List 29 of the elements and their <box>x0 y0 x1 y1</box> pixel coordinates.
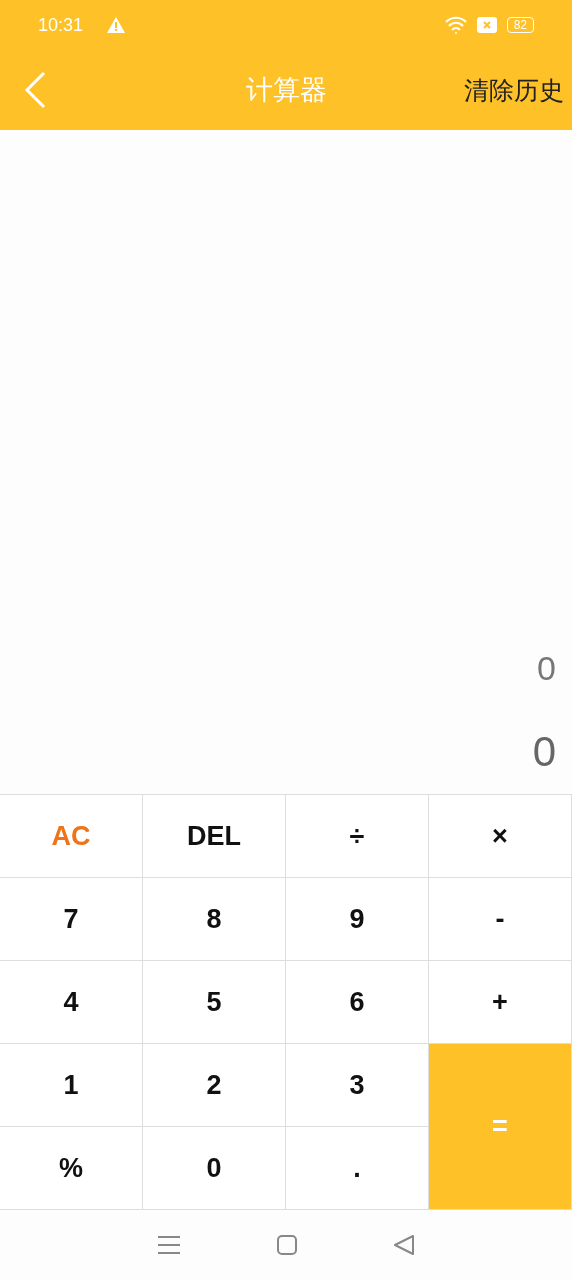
calculator-key[interactable]: + <box>429 961 572 1044</box>
calculator-key[interactable]: 0 <box>143 1127 286 1210</box>
calculator-key[interactable]: 3 <box>286 1044 429 1127</box>
sim-icon <box>476 17 497 33</box>
calculator-key[interactable]: ÷ <box>286 795 429 878</box>
back-nav-icon[interactable] <box>393 1235 414 1255</box>
result-display: 0 <box>532 728 556 776</box>
calculator-key[interactable]: 5 <box>143 961 286 1044</box>
home-icon[interactable] <box>277 1235 297 1255</box>
warning-icon <box>107 17 126 33</box>
calculator-key[interactable]: 9 <box>286 878 429 961</box>
calculator-key[interactable]: 6 <box>286 961 429 1044</box>
calculator-key[interactable]: 4 <box>0 961 143 1044</box>
battery-level: 82 <box>506 17 534 33</box>
calculator-key[interactable]: 7 <box>0 878 143 961</box>
calculator-key[interactable]: 1 <box>0 1044 143 1127</box>
calculator-key[interactable]: - <box>429 878 572 961</box>
calculator-key[interactable]: % <box>0 1127 143 1210</box>
expression-display: 0 <box>537 649 556 688</box>
calculator-key[interactable]: 8 <box>143 878 286 961</box>
calculator-key[interactable]: DEL <box>143 795 286 878</box>
status-time: 10:31 <box>38 14 84 36</box>
calculator-key[interactable]: 2 <box>143 1044 286 1127</box>
clear-history-button[interactable]: 清除历史 <box>464 73 572 107</box>
calculator-key[interactable]: . <box>286 1127 429 1210</box>
menu-icon[interactable] <box>158 1235 181 1255</box>
calculator-key[interactable]: × <box>429 795 572 878</box>
page-title: 计算器 <box>245 74 327 107</box>
wifi-icon <box>444 16 467 34</box>
